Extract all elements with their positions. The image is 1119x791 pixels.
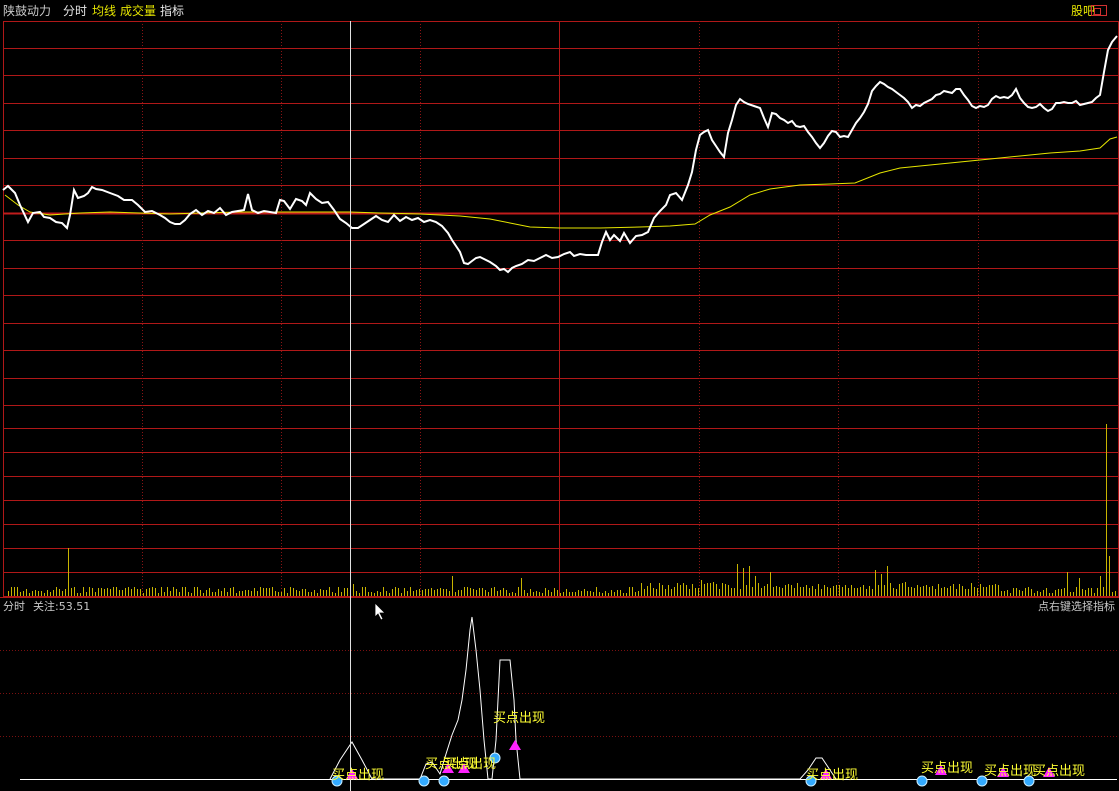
sub-panel-focus-value: 关注:53.51 (33, 600, 91, 613)
sub-panel-hint[interactable]: 点右键选择指标 (1038, 600, 1115, 614)
signal-triangle-icon (509, 740, 521, 750)
signal-dot-icon (916, 775, 928, 787)
buy-signal-label: 买点出现 (984, 764, 1036, 779)
main-grid (3, 21, 1119, 597)
buy-signal-label: 买点出现 (493, 711, 545, 726)
buy-signal-label: 买点出现 (1033, 764, 1085, 779)
buy-signal-label: 买点出现 (921, 761, 973, 776)
buy-signal-label: 买点出现 (444, 757, 496, 772)
chart-canvas: 买点出现买点出现买点出现买点出现买点出现 买点出现 买点出现买点出现 (0, 21, 1119, 791)
indicator-line (329, 616, 837, 780)
sub-panel-period: 分时 (3, 600, 25, 613)
mouse-pointer-icon (374, 602, 386, 621)
main-grid-dotted (142, 21, 979, 596)
signal-dot-icon (438, 775, 450, 787)
signal-markers: 买点出现买点出现买点出现买点出现买点出现 买点出现 买点出现买点出现 (331, 711, 1085, 787)
buy-signal-label: 买点出现 (806, 768, 858, 783)
signal-dot-icon (418, 775, 430, 787)
buy-signal-label: 买点出现 (332, 768, 384, 783)
sub-panel-grid (0, 597, 1119, 737)
volume-bars (8, 424, 1116, 596)
